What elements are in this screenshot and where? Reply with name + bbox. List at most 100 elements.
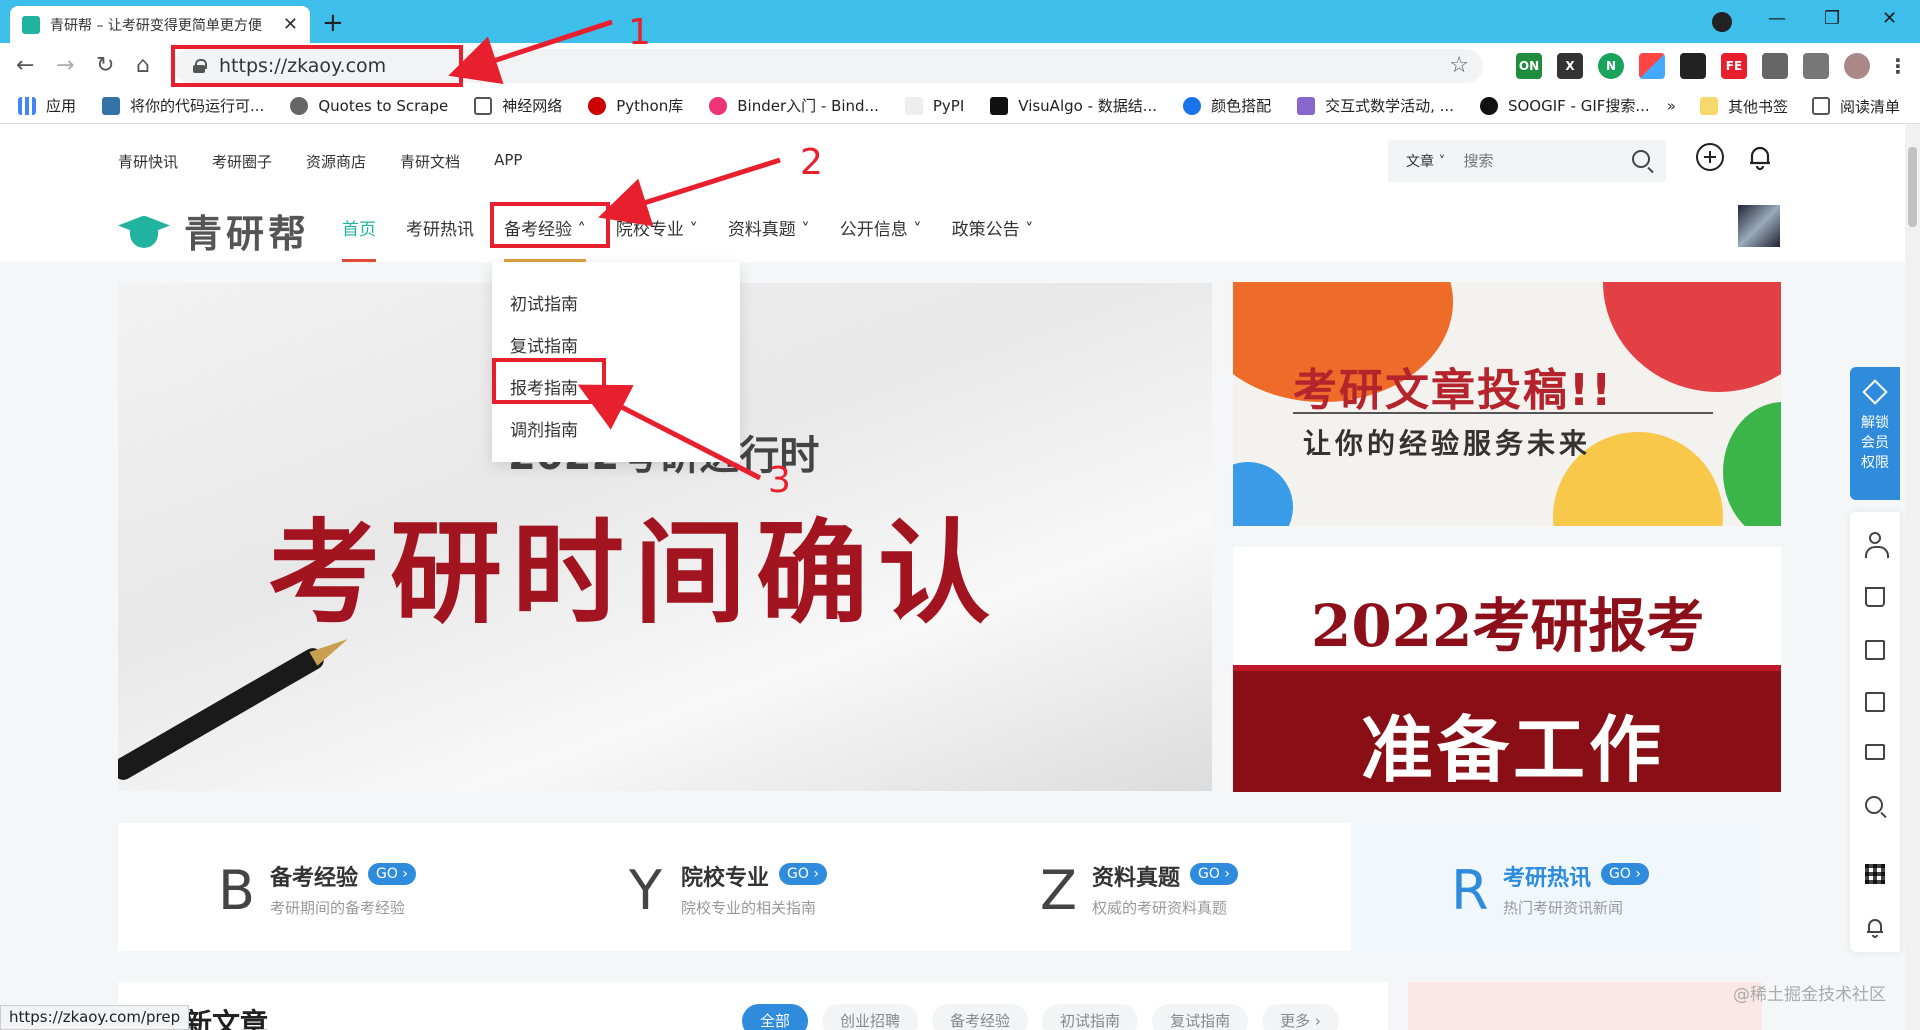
math-icon <box>1297 96 1316 115</box>
user-icon[interactable] <box>1865 532 1889 558</box>
bookmark-apps[interactable]: 应用 <box>18 95 76 116</box>
reading-list-icon[interactable] <box>1803 53 1829 79</box>
category-schools[interactable]: Y 院校专业 GO › 院校专业的相关指南 <box>529 823 940 951</box>
nav-policy[interactable]: 政策公告 ˅ <box>952 215 1034 240</box>
filter-tab-jobs[interactable]: 创业招聘 <box>822 1004 919 1030</box>
search-side-icon[interactable] <box>1865 796 1883 814</box>
tab-title: 青研帮 – 让考研变得更简单更方便 <box>50 17 262 34</box>
user-avatar-icon[interactable] <box>1844 53 1870 79</box>
extension-fe-icon[interactable]: FE <box>1721 53 1747 79</box>
topnav-store[interactable]: 资源商店 <box>306 151 366 172</box>
bookmark-item[interactable]: 交互式数学活动, ... <box>1297 95 1454 116</box>
apps-grid-icon <box>18 96 36 115</box>
filter-tab-more[interactable]: 更多 › <box>1262 1004 1339 1030</box>
category-materials[interactable]: Z 资料真题 GO › 权威的考研资料真题 <box>940 823 1351 951</box>
go-badge[interactable]: GO › <box>1601 863 1649 885</box>
bookmark-item[interactable]: Python库 <box>588 95 683 116</box>
folder-icon <box>1699 97 1718 115</box>
article-filter-tabs: 全部 创业招聘 备考经验 初试指南 复试指南 更多 › <box>742 1004 1339 1030</box>
topnav-app[interactable]: APP <box>494 151 522 172</box>
topnav-docs[interactable]: 青研文档 <box>400 151 460 172</box>
search-type-select[interactable]: 文章 ˅ <box>1388 151 1463 171</box>
other-bookmarks[interactable]: 其他书签 <box>1699 96 1788 117</box>
site-header: 青研快讯 考研圈子 资源商店 青研文档 APP 文章 ˅ 青研帮 首页 考研热讯… <box>0 125 1905 262</box>
promo-card[interactable] <box>1408 982 1762 1030</box>
bookmark-item[interactable]: VisuAlgo - 数据结... <box>990 95 1157 116</box>
diamond-icon <box>1862 379 1888 405</box>
ticket-icon[interactable] <box>1865 640 1885 660</box>
section-heading: 新文章 <box>184 1007 269 1030</box>
new-articles-section: 新文章 全部 创业招聘 备考经验 初试指南 复试指南 更多 › <box>118 982 1388 1030</box>
vip-text: 解锁会员权限 <box>1861 415 1889 471</box>
category-letter: R <box>1451 859 1489 922</box>
filter-tab-first-exam[interactable]: 初试指南 <box>1042 1004 1139 1030</box>
topnav-circle[interactable]: 考研圈子 <box>212 151 272 172</box>
browser-tab[interactable]: 青研帮 – 让考研变得更简单更方便 ✕ <box>10 6 310 43</box>
menu-kebab-icon[interactable]: ⋮ <box>1885 53 1911 79</box>
bookmarks-overflow-icon[interactable]: » <box>1667 97 1676 115</box>
home-icon[interactable]: ⌂ <box>136 53 150 78</box>
go-badge[interactable]: GO › <box>368 863 416 885</box>
category-prep[interactable]: B 备考经验 GO › 考研期间的备考经验 <box>118 823 529 951</box>
go-badge[interactable]: GO › <box>1190 863 1238 885</box>
bookmark-item[interactable]: SOOGIF - GIF搜索... <box>1479 95 1650 116</box>
extension-color-icon[interactable] <box>1639 53 1665 79</box>
mail-icon[interactable] <box>1865 744 1885 760</box>
menu-item-first-exam-guide[interactable]: 初试指南 <box>492 284 740 326</box>
bell-icon[interactable] <box>1746 143 1774 171</box>
back-icon[interactable]: ← <box>16 53 34 78</box>
nav-home[interactable]: 首页 <box>342 215 376 262</box>
nav-public-info[interactable]: 公开信息 ˅ <box>840 215 922 240</box>
extension-on-icon[interactable]: ON <box>1516 53 1542 79</box>
close-tab-icon[interactable]: ✕ <box>283 14 298 35</box>
bookmark-item[interactable]: 神经网络 <box>474 95 562 116</box>
filter-tab-retest[interactable]: 复试指南 <box>1152 1004 1249 1030</box>
gift-icon[interactable] <box>1865 692 1885 712</box>
reload-icon[interactable]: ↻ <box>96 53 114 78</box>
qr-code-icon[interactable] <box>1865 864 1885 884</box>
bookmark-item[interactable]: 将你的代码运行可... <box>102 95 264 116</box>
bookmark-item[interactable]: PyPI <box>904 96 964 115</box>
add-icon[interactable] <box>1696 143 1724 171</box>
extension-game-icon[interactable] <box>1680 53 1706 79</box>
extension-x-icon[interactable]: X <box>1557 53 1583 79</box>
go-badge[interactable]: GO › <box>779 863 827 885</box>
nav-materials[interactable]: 资料真题 ˅ <box>728 215 810 240</box>
bookmark-item[interactable]: Quotes to Scrape <box>290 96 448 115</box>
page-scrollbar[interactable] <box>1905 125 1920 1030</box>
registration-banner[interactable]: 2022考研报考 准备工作 <box>1233 547 1781 792</box>
submission-banner[interactable]: 考研文章投稿!! 让你的经验服务未来 <box>1233 282 1781 526</box>
unlock-vip-button[interactable]: 解锁会员权限 <box>1850 367 1900 500</box>
menu-item-adjustment-guide[interactable]: 调剂指南 <box>492 410 740 452</box>
cart-icon[interactable] <box>1865 587 1885 607</box>
maximize-icon[interactable]: ❐ <box>1824 8 1840 29</box>
extensions-puzzle-icon[interactable] <box>1762 53 1788 79</box>
filter-tab-prep[interactable]: 备考经验 <box>932 1004 1029 1030</box>
nav-schools[interactable]: 院校专业 ˅ <box>616 215 698 240</box>
reading-list[interactable]: 阅读清单 <box>1811 96 1900 117</box>
notification-bell-icon[interactable] <box>1865 916 1885 938</box>
new-tab-icon[interactable]: + <box>322 8 344 38</box>
topnav-news[interactable]: 青研快讯 <box>118 151 178 172</box>
close-window-icon[interactable]: ✕ <box>1882 8 1897 29</box>
filter-tab-all[interactable]: 全部 <box>742 1004 809 1030</box>
bookmark-star-icon[interactable]: ☆ <box>1449 53 1469 78</box>
bookmark-item[interactable]: 颜色搭配 <box>1183 95 1271 116</box>
search-input[interactable] <box>1463 152 1604 170</box>
nav-hot-news[interactable]: 考研热讯 <box>406 215 474 240</box>
right-floating-sidebar <box>1850 512 1900 952</box>
bookmark-item[interactable]: Binder入门 - Bind... <box>709 95 879 116</box>
category-letter: Z <box>1040 859 1077 922</box>
profile-dot-icon[interactable] <box>1712 12 1732 32</box>
minimize-icon[interactable]: — <box>1768 8 1786 29</box>
category-name: 考研热讯 <box>1503 866 1592 891</box>
chevron-down-icon: ˅ <box>689 220 698 240</box>
extension-n-icon[interactable]: N <box>1598 53 1624 79</box>
search-box: 文章 ˅ <box>1388 140 1666 182</box>
category-hot-news[interactable]: R 考研热讯 GO › 热门考研资讯新闻 <box>1351 823 1762 951</box>
search-icon[interactable] <box>1632 150 1650 168</box>
avatar[interactable] <box>1738 205 1780 247</box>
forward-icon[interactable]: → <box>56 53 74 78</box>
site-logo[interactable]: 青研帮 <box>118 203 310 258</box>
scrollbar-thumb[interactable] <box>1908 147 1917 227</box>
